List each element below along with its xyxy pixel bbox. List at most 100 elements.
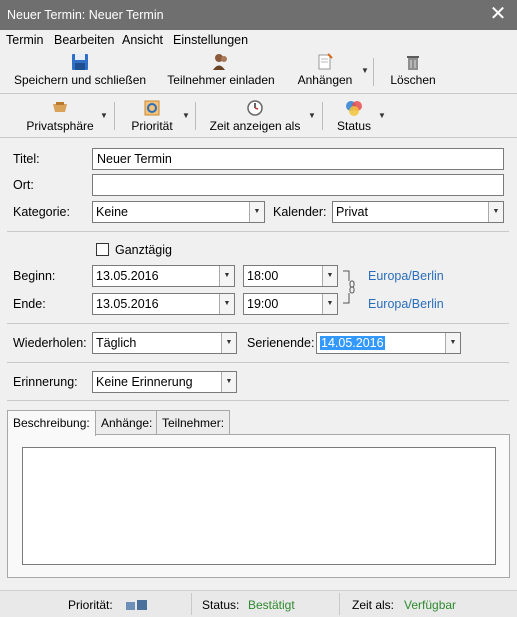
menu-bar: Termin Bearbeiten Ansicht Einstellungen xyxy=(0,30,517,50)
window-title: Neuer Termin: Neuer Termin xyxy=(7,8,164,22)
menu-einstellungen[interactable]: Einstellungen xyxy=(173,33,248,47)
menu-ansicht[interactable]: Ansicht xyxy=(122,33,163,47)
attendees-icon xyxy=(213,54,227,70)
chevron-down-icon[interactable]: ▼ xyxy=(221,333,236,353)
series-end-value: 14.05.2016 xyxy=(320,336,385,350)
attach-icon xyxy=(318,53,333,70)
toolbar-separator xyxy=(114,102,115,130)
description-panel xyxy=(7,434,510,578)
chevron-down-icon[interactable]: ▼ xyxy=(488,202,503,222)
series-end-label: Serienende: xyxy=(247,336,315,350)
show-time-as-dropdown-icon[interactable]: ▼ xyxy=(308,111,316,120)
location-label: Ort: xyxy=(13,178,34,192)
calendar-value: Privat xyxy=(336,205,368,219)
start-date-value: 13.05.2016 xyxy=(96,269,159,283)
status-dropdown-icon[interactable]: ▼ xyxy=(378,111,386,120)
end-time-value: 19:00 xyxy=(247,297,279,311)
end-label: Ende: xyxy=(13,297,46,311)
chevron-down-icon[interactable]: ▼ xyxy=(219,294,234,314)
chevron-down-icon[interactable]: ▼ xyxy=(249,202,264,222)
end-date-value: 13.05.2016 xyxy=(96,297,159,311)
delete-button[interactable]: Löschen xyxy=(384,53,442,87)
chevron-down-icon[interactable]: ▼ xyxy=(219,266,234,286)
chevron-down-icon[interactable]: ▼ xyxy=(322,266,337,286)
repeat-label: Wiederholen: xyxy=(13,336,87,350)
privacy-icon xyxy=(53,102,67,112)
menu-termin[interactable]: Termin xyxy=(6,33,44,47)
privacy-label: Privatsphäre xyxy=(26,119,94,133)
series-end-picker[interactable]: 14.05.2016 ▼ xyxy=(316,332,461,354)
category-label: Kategorie: xyxy=(13,205,70,219)
priority-dropdown-icon[interactable]: ▼ xyxy=(182,111,190,120)
tab-attendees[interactable]: Teilnehmer: xyxy=(156,410,231,434)
attach-dropdown-icon[interactable]: ▼ xyxy=(361,66,369,75)
link-times-icon[interactable] xyxy=(342,269,358,305)
status-icon xyxy=(346,101,362,116)
show-time-as-label: Zeit anzeigen als xyxy=(209,119,301,133)
reminder-select[interactable]: Keine Erinnerung ▼ xyxy=(92,371,237,393)
end-timezone-link[interactable]: Europa/Berlin xyxy=(368,297,444,311)
secondary-toolbar: Privatsphäre ▼ Priorität ▼ Zeit anzeigen… xyxy=(0,94,517,138)
category-value: Keine xyxy=(96,205,128,219)
status-button[interactable]: Status xyxy=(333,99,375,133)
repeat-select[interactable]: Täglich ▼ xyxy=(92,332,237,354)
main-toolbar: Speichern und schließen Teilnehmer einla… xyxy=(0,50,517,94)
reminder-label: Erinnerung: xyxy=(13,375,78,389)
allday-label[interactable]: Ganztägig xyxy=(115,243,172,257)
divider xyxy=(7,362,509,363)
title-label: Titel: xyxy=(13,152,40,166)
divider xyxy=(7,400,509,401)
tab-attachments[interactable]: Anhänge: xyxy=(95,410,159,434)
tab-description[interactable]: Beschreibung: xyxy=(7,410,96,436)
priority-button[interactable]: Priorität xyxy=(124,99,180,133)
statusbar-showas-label: Zeit als: xyxy=(352,598,395,612)
privacy-dropdown-icon[interactable]: ▼ xyxy=(100,111,108,120)
allday-checkbox[interactable] xyxy=(96,243,109,256)
priority-level-icon xyxy=(126,600,147,610)
save-icon xyxy=(72,54,88,70)
calendar-select[interactable]: Privat ▼ xyxy=(332,201,504,223)
statusbar-showas-value: Verfügbar xyxy=(404,598,457,612)
priority-label: Priorität xyxy=(131,119,173,133)
tabs-area: Beschreibung: Anhänge: Teilnehmer: xyxy=(7,410,510,578)
statusbar-priority-label: Priorität: xyxy=(68,598,113,612)
chevron-down-icon[interactable]: ▼ xyxy=(445,333,460,353)
start-time-picker[interactable]: 18:00 ▼ xyxy=(243,265,338,287)
delete-label: Löschen xyxy=(390,73,436,87)
close-icon[interactable]: ✕ xyxy=(487,3,509,25)
calendar-label: Kalender: xyxy=(273,205,327,219)
statusbar-separator xyxy=(191,593,192,615)
toolbar-separator xyxy=(322,102,323,130)
start-date-picker[interactable]: 13.05.2016 ▼ xyxy=(92,265,235,287)
invite-attendees-button[interactable]: Teilnehmer einladen xyxy=(163,53,279,87)
status-label: Status xyxy=(336,119,372,133)
trash-icon xyxy=(407,56,419,70)
statusbar-separator xyxy=(339,593,340,615)
location-input[interactable] xyxy=(92,174,504,196)
attach-button[interactable]: Anhängen xyxy=(293,53,357,87)
save-close-button[interactable]: Speichern und schließen xyxy=(10,53,150,87)
save-close-label: Speichern und schließen xyxy=(13,73,147,87)
start-time-value: 18:00 xyxy=(247,269,279,283)
menu-bearbeiten[interactable]: Bearbeiten xyxy=(54,33,114,47)
description-textarea[interactable] xyxy=(22,447,496,565)
chevron-down-icon[interactable]: ▼ xyxy=(322,294,337,314)
end-time-picker[interactable]: 19:00 ▼ xyxy=(243,293,338,315)
status-bar: Priorität: Status: Bestätigt Zeit als: V… xyxy=(0,590,517,617)
category-select[interactable]: Keine ▼ xyxy=(92,201,265,223)
divider xyxy=(7,323,509,324)
attach-label: Anhängen xyxy=(297,73,353,87)
start-label: Beginn: xyxy=(13,269,56,283)
privacy-button[interactable]: Privatsphäre xyxy=(22,99,98,133)
title-bar: Neuer Termin: Neuer Termin ✕ xyxy=(0,0,517,30)
end-date-picker[interactable]: 13.05.2016 ▼ xyxy=(92,293,235,315)
toolbar-separator xyxy=(373,58,374,86)
chevron-down-icon[interactable]: ▼ xyxy=(221,372,236,392)
divider xyxy=(7,231,509,232)
title-input[interactable]: Neuer Termin xyxy=(92,148,504,170)
priority-icon xyxy=(144,100,160,116)
reminder-value: Keine Erinnerung xyxy=(96,375,193,389)
start-timezone-link[interactable]: Europa/Berlin xyxy=(368,269,444,283)
toolbar-separator xyxy=(195,102,196,130)
show-time-as-button[interactable]: Zeit anzeigen als xyxy=(206,99,304,133)
